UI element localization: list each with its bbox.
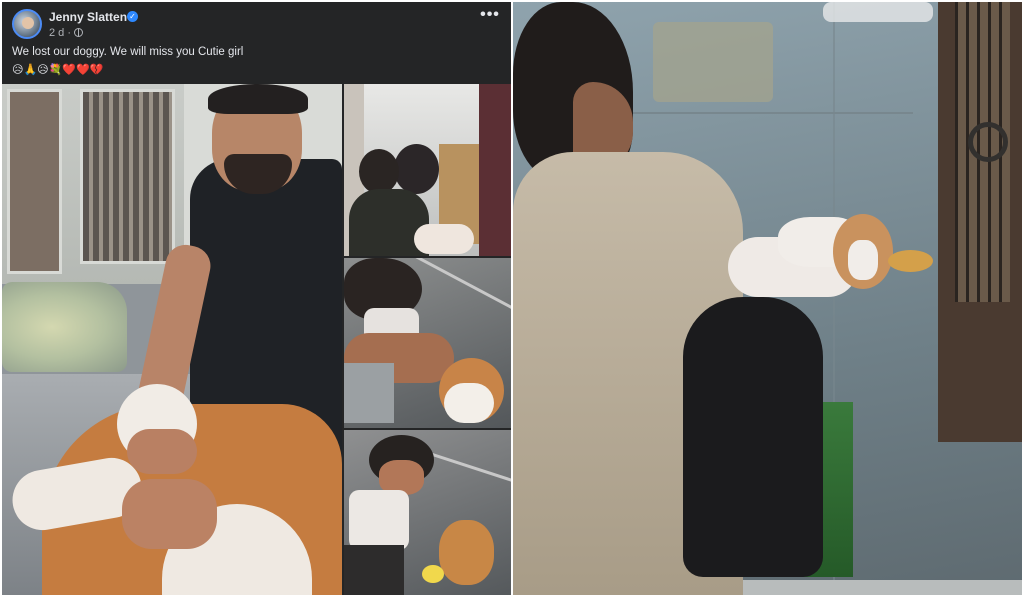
author-avatar[interactable] <box>12 9 42 39</box>
post-caption: We lost our doggy. We will miss you Cuti… <box>12 46 244 58</box>
photo-doorway[interactable] <box>513 2 1022 595</box>
post-emojis: 😥🙏😥💐❤️❤️💔 <box>12 63 104 76</box>
author-name[interactable]: Jenny Slatten <box>49 10 127 24</box>
post-photo-feeding[interactable] <box>344 430 511 595</box>
post-photo-main[interactable] <box>2 84 342 595</box>
timestamp-text: 2 d · <box>49 27 72 39</box>
post-photo-clinic[interactable] <box>344 84 511 256</box>
facebook-post: Jenny Slatten ✓ 2 d · ••• We lost our do… <box>2 2 511 595</box>
globe-icon <box>74 28 84 37</box>
post-photo-street[interactable] <box>344 258 511 428</box>
post-header: Jenny Slatten ✓ 2 d · ••• We lost our do… <box>2 2 511 84</box>
verified-badge-icon: ✓ <box>127 11 138 22</box>
post-timestamp[interactable]: 2 d · <box>49 27 84 39</box>
more-options-button[interactable]: ••• <box>478 7 502 26</box>
